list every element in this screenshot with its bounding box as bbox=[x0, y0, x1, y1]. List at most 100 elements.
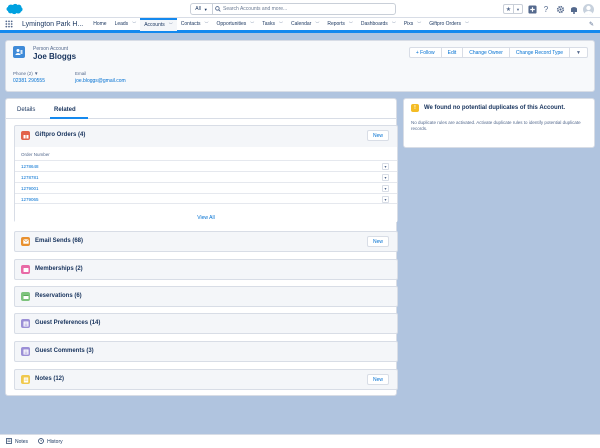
chevron-down-icon[interactable]: ﹀ bbox=[132, 21, 136, 27]
chevron-down-icon[interactable]: ﹀ bbox=[417, 21, 421, 27]
nav-item-tasks[interactable]: Tasks ﹀ bbox=[258, 18, 287, 30]
setup-gear-icon[interactable] bbox=[555, 4, 565, 14]
edit-nav-pencil-icon[interactable]: ✎ bbox=[589, 21, 594, 28]
related-list-title[interactable]: Email Sends (68) bbox=[35, 238, 83, 244]
tab-related[interactable]: Related bbox=[54, 107, 76, 113]
related-list-title[interactable]: Memberships (2) bbox=[35, 266, 83, 272]
related-list-reservations: Reservations (6) bbox=[14, 286, 398, 307]
related-list-guest-comments: Guest Comments (3) bbox=[14, 341, 398, 362]
nav-item-opportunities[interactable]: Opportunities ﹀ bbox=[213, 18, 259, 30]
chevron-down-icon[interactable]: ▼ bbox=[34, 71, 38, 76]
nav-item-contacts[interactable]: Contacts ﹀ bbox=[177, 18, 213, 30]
notes-icon bbox=[6, 437, 12, 446]
utility-notes[interactable]: Notes bbox=[6, 437, 28, 446]
global-header: All ▼ ★ ▼ ? bbox=[0, 0, 600, 18]
more-actions-chevron-icon[interactable]: ▼ bbox=[570, 48, 587, 57]
related-list-header: Giftpro Orders (4) New bbox=[15, 126, 397, 146]
active-tab-indicator bbox=[50, 117, 88, 119]
app-launcher-icon[interactable] bbox=[0, 18, 18, 30]
change-owner-button[interactable]: Change Owner bbox=[463, 48, 510, 57]
related-list-header: Reservations (6) bbox=[15, 287, 397, 307]
row-actions-chevron-icon[interactable]: ▼ bbox=[382, 174, 389, 181]
salesforce-logo[interactable] bbox=[6, 3, 23, 15]
giftpro-orders-table: Order Number 1278648 ▼ 1278781 ▼ 1279001… bbox=[15, 147, 397, 222]
view-all-link[interactable]: View All bbox=[15, 215, 397, 221]
related-list-title[interactable]: Guest Comments (3) bbox=[35, 348, 94, 354]
help-icon[interactable]: ? bbox=[541, 4, 551, 14]
search-input[interactable] bbox=[223, 6, 395, 12]
new-email-send-button[interactable]: New bbox=[367, 236, 389, 247]
email-field-label: Email bbox=[75, 71, 87, 76]
order-number-link[interactable]: 1279065 bbox=[21, 197, 39, 202]
related-list-header: Email Sends (68) New bbox=[15, 232, 397, 252]
person-account-icon bbox=[13, 46, 25, 58]
nav-item-label: Dashboards bbox=[360, 21, 388, 27]
phone-value-link[interactable]: 02381 290555 bbox=[13, 78, 45, 84]
nav-item-accounts[interactable]: Accounts ﹀ bbox=[140, 18, 177, 33]
new-giftpro-order-button[interactable]: New bbox=[367, 130, 389, 141]
nav-item-home[interactable]: Home bbox=[89, 18, 110, 30]
related-list-guest-preferences: Guest Preferences (14) bbox=[14, 313, 398, 334]
nav-item-label: Accounts bbox=[144, 21, 165, 28]
related-list-title[interactable]: Reservations (6) bbox=[35, 293, 82, 299]
favorites-group: ★ ▼ bbox=[503, 4, 523, 14]
duplicates-text: No duplicate rules are activated. Activa… bbox=[411, 120, 581, 131]
related-list-title[interactable]: Notes (12) bbox=[35, 376, 64, 382]
chevron-down-icon[interactable]: ﹀ bbox=[349, 21, 353, 27]
row-actions-chevron-icon[interactable]: ▼ bbox=[382, 196, 389, 203]
chevron-down-icon[interactable]: ﹀ bbox=[392, 21, 396, 27]
related-list-title[interactable]: Giftpro Orders (4) bbox=[35, 132, 85, 138]
row-actions-chevron-icon[interactable]: ▼ bbox=[382, 185, 389, 192]
chevron-down-icon[interactable]: ﹀ bbox=[315, 21, 319, 27]
user-avatar[interactable] bbox=[583, 3, 594, 15]
nav-item-giftpro-orders[interactable]: Giftpro Orders ﹀ bbox=[425, 18, 473, 30]
nav-item-label: Home bbox=[93, 21, 107, 27]
table-row: 1279065 ▼ bbox=[15, 193, 397, 204]
order-number-link[interactable]: 1278781 bbox=[21, 175, 39, 180]
chevron-down-icon[interactable]: ﹀ bbox=[465, 21, 469, 27]
nav-item-leads[interactable]: Leads ﹀ bbox=[111, 18, 141, 30]
chevron-down-icon[interactable]: ﹀ bbox=[250, 21, 254, 27]
email-value-link[interactable]: joe.bloggs@gmail.com bbox=[75, 78, 126, 84]
nav-item-dashboards[interactable]: Dashboards ﹀ bbox=[357, 18, 400, 30]
follow-button[interactable]: + Follow bbox=[410, 48, 442, 57]
order-number-link[interactable]: 1278648 bbox=[21, 164, 39, 169]
column-header-order-number[interactable]: Order Number bbox=[21, 152, 50, 157]
notes-icon bbox=[21, 375, 30, 384]
edit-button[interactable]: Edit bbox=[442, 48, 464, 57]
record-header: Person Account Joe Bloggs + Follow Edit … bbox=[5, 40, 595, 92]
table-row: 1278648 ▼ bbox=[15, 160, 397, 171]
nav-item-pixs[interactable]: Pixs ﹀ bbox=[400, 18, 425, 30]
reservation-icon bbox=[21, 292, 30, 301]
search-scope-select[interactable]: All ▼ bbox=[191, 4, 213, 14]
tab-details[interactable]: Details bbox=[17, 107, 35, 113]
notification-bell-icon[interactable] bbox=[569, 4, 579, 14]
nav-item-label: Calendar bbox=[291, 21, 312, 27]
nav-item-label: Leads bbox=[114, 21, 129, 27]
related-list-title[interactable]: Guest Preferences (14) bbox=[35, 320, 100, 326]
main-record-card: Details Related Giftpro Orders (4) New O… bbox=[5, 98, 398, 396]
comments-icon bbox=[21, 347, 30, 356]
duplicate-warning-icon: ! bbox=[411, 104, 419, 112]
search-icon bbox=[213, 6, 223, 12]
chevron-down-icon[interactable]: ﹀ bbox=[205, 21, 209, 27]
nav-item-reports[interactable]: Reports ﹀ bbox=[323, 18, 357, 30]
star-icon[interactable]: ★ bbox=[504, 5, 513, 13]
table-row: 1278781 ▼ bbox=[15, 171, 397, 182]
chevron-down-icon[interactable]: ﹀ bbox=[169, 22, 173, 28]
change-record-type-button[interactable]: Change Record Type bbox=[510, 48, 571, 57]
new-note-button[interactable]: New bbox=[367, 374, 389, 385]
duplicates-card: ! We found no potential duplicates of th… bbox=[403, 98, 595, 148]
chevron-down-icon[interactable]: ▼ bbox=[513, 5, 522, 13]
chevron-down-icon: ▼ bbox=[203, 6, 208, 12]
phone-field-label[interactable]: Phone (2) ▼ bbox=[13, 71, 39, 76]
row-actions-chevron-icon[interactable]: ▼ bbox=[382, 163, 389, 170]
add-icon[interactable] bbox=[527, 4, 537, 14]
utility-history[interactable]: History bbox=[38, 437, 63, 446]
chevron-down-icon[interactable]: ﹀ bbox=[279, 21, 283, 27]
related-list-header: Guest Comments (3) bbox=[15, 342, 397, 362]
nav-item-calendar[interactable]: Calendar ﹀ bbox=[287, 18, 323, 30]
related-list-email-sends: Email Sends (68) New bbox=[14, 231, 398, 252]
related-list-header: Guest Preferences (14) bbox=[15, 314, 397, 334]
order-number-link[interactable]: 1279001 bbox=[21, 186, 39, 191]
